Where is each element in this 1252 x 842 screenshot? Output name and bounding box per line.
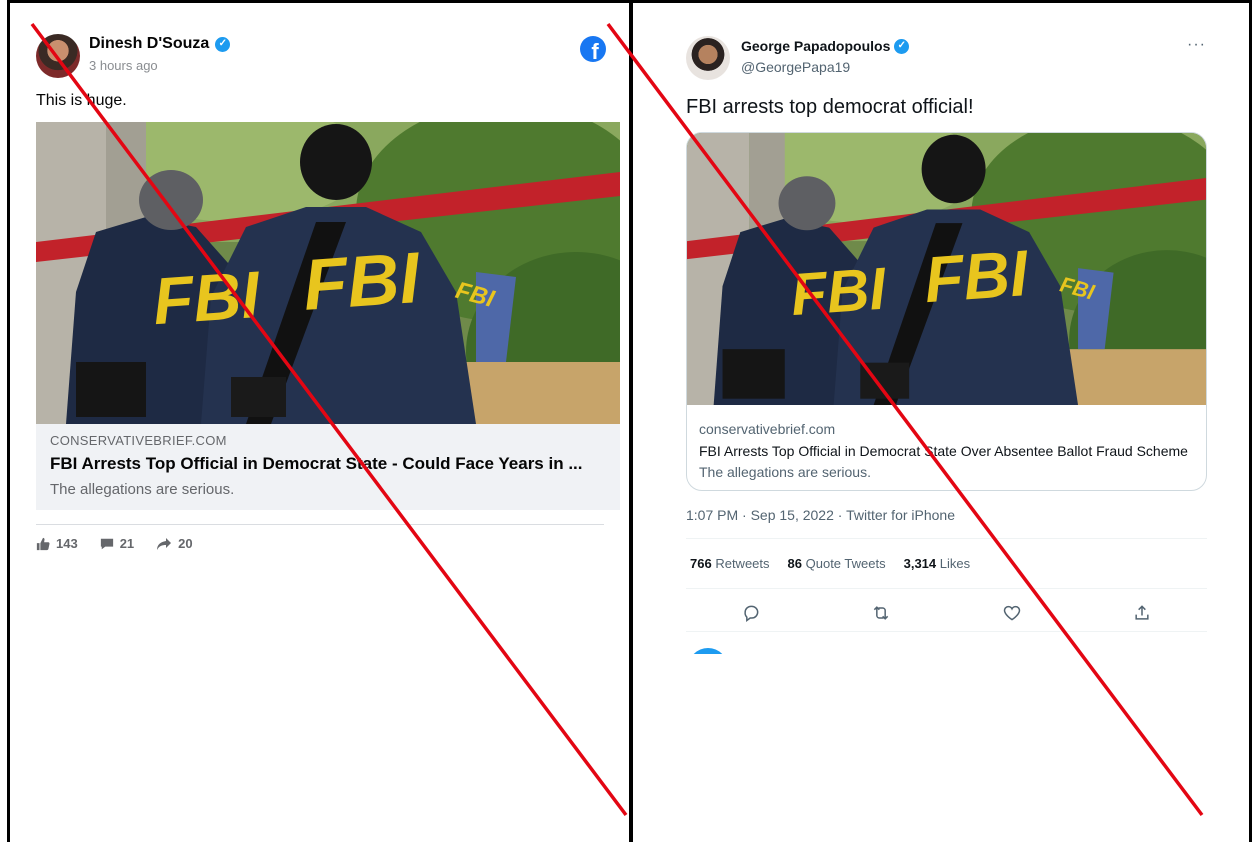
author-handle[interactable]: @GeorgePapa19	[741, 59, 850, 75]
quote-tweets-stat[interactable]: 86 Quote Tweets	[788, 556, 886, 571]
card-domain: conservativebrief.com	[699, 421, 836, 437]
author-avatar[interactable]	[36, 34, 80, 78]
reply-button[interactable]	[734, 596, 768, 630]
reply-icon	[744, 605, 759, 622]
more-options-icon[interactable]: ···	[1187, 36, 1206, 54]
tweet-actions	[686, 596, 1207, 630]
tweet-text: FBI arrests top democrat official!	[686, 96, 974, 118]
likes-count: 3,314	[903, 556, 937, 571]
author-row: Dinesh D'Souza ✓	[89, 35, 231, 53]
like-count-item[interactable]: 143	[36, 536, 78, 551]
retweets-stat[interactable]: 766 Retweets	[690, 556, 770, 571]
frame-left-border	[7, 0, 10, 842]
likes-label: Likes	[939, 556, 971, 571]
retweets-count: 766	[690, 556, 712, 571]
quote-tweets-count: 86	[787, 556, 802, 571]
retweet-icon	[874, 606, 889, 620]
divider	[686, 588, 1207, 589]
author-name[interactable]: Dinesh D'Souza	[89, 35, 209, 53]
link-preview-image[interactable]: FBI FBI FBI	[36, 122, 620, 424]
verified-badge-icon: ✓	[215, 36, 231, 52]
share-count: 20	[178, 536, 193, 551]
author-row: George Papadopoulos ✓	[741, 38, 910, 54]
link-headline: FBI Arrests Top Official in Democrat Sta…	[50, 454, 583, 473]
comment-count-item[interactable]: 21	[100, 536, 134, 551]
tweet-meta[interactable]: 1:07 PM · Sep 15, 2022 · Twitter for iPh…	[686, 507, 955, 523]
author-name[interactable]: George Papadopoulos	[741, 38, 890, 54]
reply-avatar[interactable]	[688, 648, 728, 654]
facebook-logo-icon: f	[580, 36, 606, 62]
jacket-text-left: FBI	[151, 257, 264, 338]
jacket-text-right: FBI	[922, 237, 1031, 317]
share-upload-icon	[1135, 605, 1149, 620]
share-button[interactable]	[1125, 596, 1159, 630]
tweet-card: George Papadopoulos ✓ @GeorgePapa19 ··· …	[670, 22, 1222, 654]
link-domain: CONSERVATIVEBRIEF.COM	[50, 433, 227, 448]
like-button[interactable]	[995, 596, 1029, 630]
retweets-label: Retweets	[715, 556, 770, 571]
jacket-text-right: FBI	[301, 238, 424, 326]
divider	[686, 538, 1207, 539]
link-preview[interactable]: CONSERVATIVEBRIEF.COM FBI Arrests Top Of…	[36, 424, 620, 510]
share-arrow-icon	[157, 537, 172, 550]
comment-icon	[100, 538, 113, 549]
post-timestamp[interactable]: 3 hours ago	[89, 58, 158, 73]
post-text: This is huge.	[36, 92, 127, 109]
comment-count: 21	[119, 536, 135, 551]
share-count-item[interactable]: 20	[156, 536, 193, 551]
card-description: The allegations are serious.	[699, 464, 871, 480]
link-card-image: FBI FBI FBI	[687, 133, 1206, 405]
jacket-text-left: FBI	[789, 255, 889, 328]
link-card[interactable]: FBI FBI FBI conservativebrief.com FBI Ar…	[686, 132, 1207, 491]
quote-tweets-label: Quote Tweets	[805, 556, 886, 571]
author-avatar[interactable]	[686, 36, 730, 80]
verified-badge-icon: ✓	[894, 38, 910, 54]
divider	[686, 631, 1207, 632]
reaction-bar: 143 21 20	[36, 536, 193, 551]
link-description: The allegations are serious.	[50, 481, 235, 498]
like-count: 143	[56, 536, 78, 551]
heart-icon	[1003, 605, 1020, 621]
facebook-post-card: Dinesh D'Souza ✓ 3 hours ago f This is h…	[20, 22, 620, 570]
frame-center-divider	[629, 0, 633, 842]
reactions-divider	[36, 524, 604, 525]
thumbs-up-icon	[36, 537, 50, 550]
tweet-stats: 766 Retweets 86 Quote Tweets 3,314 Likes	[690, 556, 970, 571]
card-title: FBI Arrests Top Official in Democrat Sta…	[699, 443, 1188, 459]
likes-stat[interactable]: 3,314 Likes	[904, 556, 971, 571]
retweet-button[interactable]	[864, 596, 898, 630]
